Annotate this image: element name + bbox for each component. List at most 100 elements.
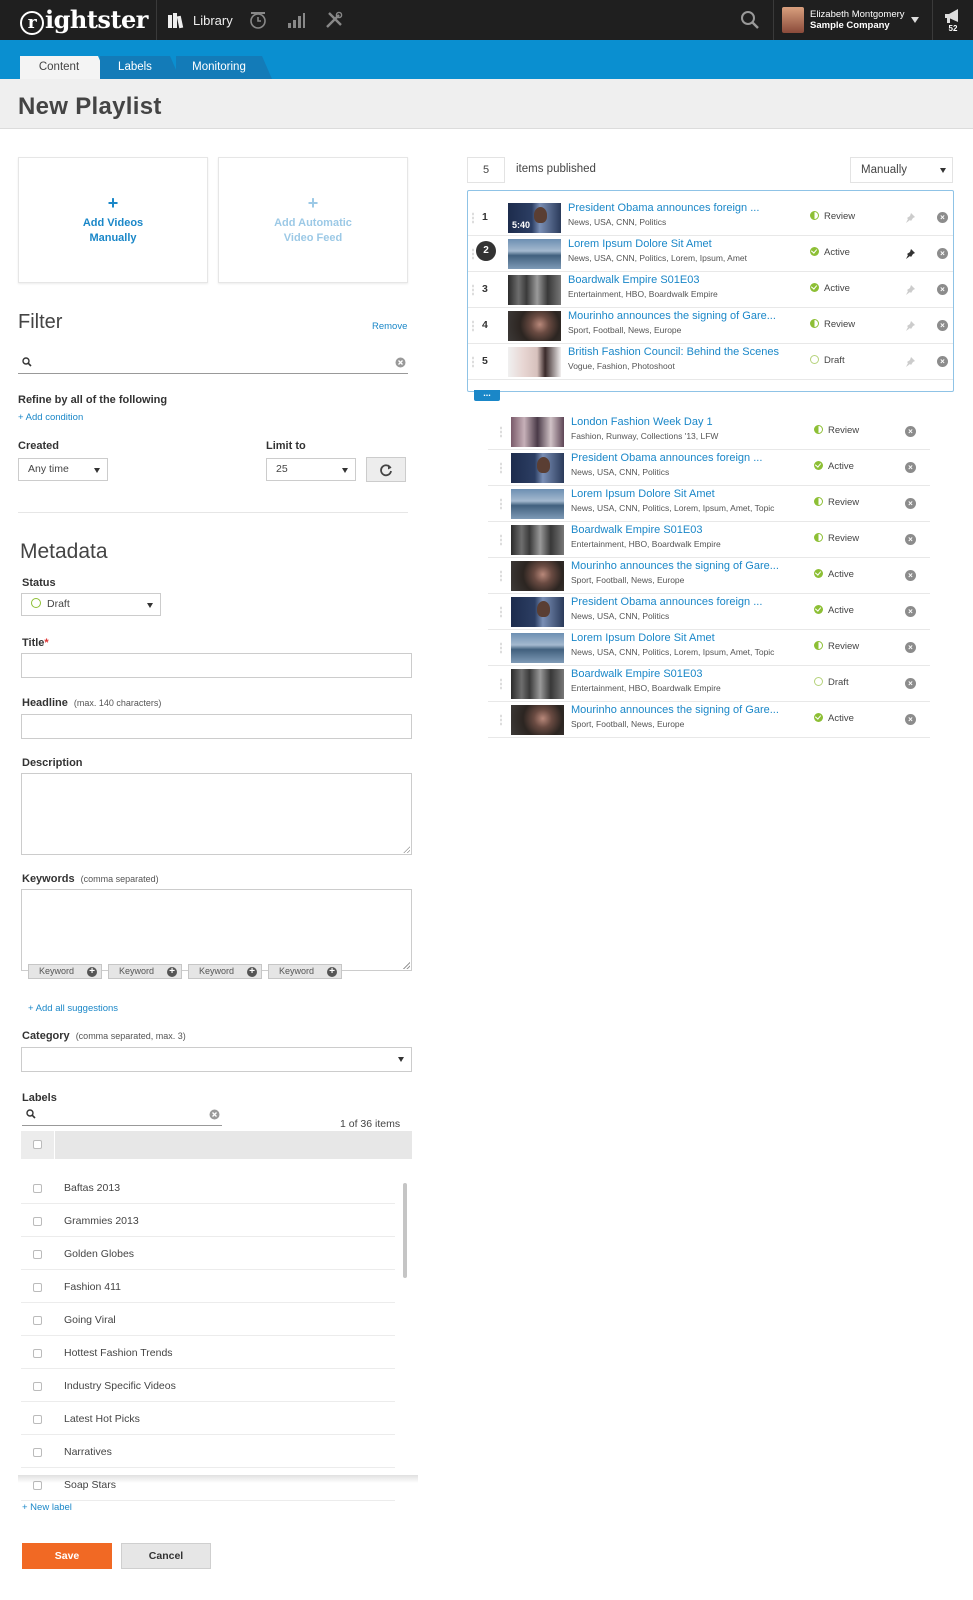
label-checkbox[interactable]: [33, 1283, 42, 1292]
drag-handle-icon[interactable]: [500, 678, 502, 690]
label-row[interactable]: Grammies 2013: [21, 1205, 395, 1237]
rightster-logo[interactable]: r ightster: [0, 5, 156, 35]
video-thumbnail[interactable]: [511, 597, 564, 627]
video-thumbnail[interactable]: [511, 417, 564, 447]
drag-handle-icon[interactable]: [472, 284, 474, 296]
video-title-link[interactable]: Lorem Ipsum Dolore Sit Amet: [571, 632, 715, 644]
remove-icon[interactable]: ×: [937, 212, 948, 223]
video-title-link[interactable]: Mourinho announces the signing of Gare..…: [568, 310, 776, 322]
remove-icon[interactable]: ×: [905, 678, 916, 689]
video-title-link[interactable]: President Obama announces foreign ...: [571, 452, 762, 464]
resize-grip[interactable]: [403, 962, 410, 969]
drag-handle-icon[interactable]: [472, 356, 474, 368]
keyword-suggestion[interactable]: Keyword +: [268, 964, 342, 979]
drag-handle-icon[interactable]: [500, 534, 502, 546]
video-title-link[interactable]: President Obama announces foreign ...: [571, 596, 762, 608]
playlist-item[interactable]: 5 British Fashion Council: Behind the Sce…: [468, 344, 953, 380]
result-item[interactable]: Mourinho announces the signing of Gare..…: [488, 702, 930, 738]
playlist-item[interactable]: 3 Boardwalk Empire S01E03 Entertainment, H…: [468, 272, 953, 308]
playlist-item[interactable]: 1 5:40 President Obama announces foreign .…: [468, 200, 953, 236]
tab-labels[interactable]: Labels: [100, 56, 180, 79]
drag-handle-icon[interactable]: [500, 642, 502, 654]
video-title-link[interactable]: Mourinho announces the signing of Gare..…: [571, 560, 779, 572]
limit-select[interactable]: 25: [266, 458, 356, 481]
tab-content[interactable]: Content: [20, 56, 108, 79]
title-input[interactable]: [21, 653, 412, 678]
video-thumbnail[interactable]: [508, 311, 561, 341]
drag-handle-icon[interactable]: [500, 426, 502, 438]
save-button[interactable]: Save: [22, 1543, 112, 1569]
notifications[interactable]: 52: [933, 0, 973, 40]
playlist-item[interactable]: 4 Mourinho announces the signing of Gare.…: [468, 308, 953, 344]
video-thumbnail[interactable]: [511, 669, 564, 699]
label-row[interactable]: Golden Globes: [21, 1238, 395, 1270]
video-title-link[interactable]: President Obama announces foreign ...: [568, 202, 759, 214]
add-videos-manually-button[interactable]: + Add Videos Manually: [18, 157, 208, 283]
labels-scrollbar[interactable]: [403, 1183, 407, 1278]
drag-handle-icon[interactable]: [500, 714, 502, 726]
pin-icon[interactable]: [904, 284, 916, 296]
video-title-link[interactable]: Mourinho announces the signing of Gare..…: [571, 704, 779, 716]
labels-search-input[interactable]: [22, 1106, 222, 1126]
video-title-link[interactable]: Boardwalk Empire S01E03: [571, 524, 702, 536]
drag-handle-icon[interactable]: [472, 248, 474, 260]
clear-icon[interactable]: [395, 357, 406, 371]
remove-icon[interactable]: ×: [905, 570, 916, 581]
refresh-button[interactable]: [366, 457, 406, 482]
result-item[interactable]: President Obama announces foreign ... New…: [488, 594, 930, 630]
select-all-checkbox[interactable]: [33, 1140, 42, 1149]
label-row[interactable]: Fashion 411: [21, 1271, 395, 1303]
video-thumbnail[interactable]: [511, 705, 564, 735]
label-checkbox[interactable]: [33, 1349, 42, 1358]
label-checkbox[interactable]: [33, 1415, 42, 1424]
label-row[interactable]: Baftas 2013: [21, 1172, 395, 1204]
video-thumbnail[interactable]: [511, 453, 564, 483]
clear-icon[interactable]: [209, 1109, 220, 1123]
schedule-icon[interactable]: [247, 9, 269, 31]
video-title-link[interactable]: Lorem Ipsum Dolore Sit Amet: [571, 488, 715, 500]
tab-monitoring[interactable]: Monitoring: [176, 56, 272, 79]
nav-library[interactable]: Library: [167, 11, 233, 29]
label-row[interactable]: Latest Hot Picks: [21, 1403, 395, 1435]
video-thumbnail[interactable]: [508, 275, 561, 305]
cancel-button[interactable]: Cancel: [121, 1543, 211, 1569]
keywords-textarea[interactable]: [21, 889, 412, 971]
add-all-suggestions-link[interactable]: + Add all suggestions: [28, 1003, 118, 1014]
keyword-suggestion[interactable]: Keyword +: [188, 964, 262, 979]
remove-filter-link[interactable]: Remove: [372, 321, 407, 332]
video-thumbnail[interactable]: [508, 347, 561, 377]
keyword-suggestion[interactable]: Keyword +: [108, 964, 182, 979]
remove-icon[interactable]: ×: [937, 248, 948, 259]
drag-handle-icon[interactable]: [500, 570, 502, 582]
label-checkbox[interactable]: [33, 1316, 42, 1325]
result-item[interactable]: Lorem Ipsum Dolore Sit Amet News, USA, CN…: [488, 630, 930, 666]
tools-icon[interactable]: [323, 9, 345, 31]
label-checkbox[interactable]: [33, 1217, 42, 1226]
video-thumbnail[interactable]: 5:40: [508, 203, 561, 233]
search-icon[interactable]: [727, 0, 773, 40]
label-row[interactable]: Soap Stars: [21, 1469, 395, 1501]
label-row[interactable]: Hottest Fashion Trends: [21, 1337, 395, 1369]
analytics-icon[interactable]: [285, 9, 307, 31]
video-thumbnail[interactable]: [511, 489, 564, 519]
sort-select[interactable]: Manually: [850, 157, 953, 183]
category-select[interactable]: [21, 1047, 412, 1072]
filter-search-input[interactable]: [18, 354, 408, 374]
drag-handle-icon[interactable]: [472, 320, 474, 332]
result-item[interactable]: Boardwalk Empire S01E03 Entertainment, HB…: [488, 522, 930, 558]
status-select[interactable]: Draft: [21, 593, 161, 616]
remove-icon[interactable]: ×: [905, 714, 916, 725]
remove-icon[interactable]: ×: [905, 426, 916, 437]
drag-handle-icon[interactable]: [500, 498, 502, 510]
remove-icon[interactable]: ×: [905, 534, 916, 545]
new-label-link[interactable]: + New label: [22, 1502, 72, 1513]
label-row[interactable]: Narratives: [21, 1436, 395, 1468]
user-menu[interactable]: Elizabeth Montgomery Sample Company: [773, 0, 933, 40]
resize-grip[interactable]: [403, 846, 410, 853]
video-title-link[interactable]: Lorem Ipsum Dolore Sit Amet: [568, 238, 712, 250]
result-item[interactable]: Lorem Ipsum Dolore Sit Amet News, USA, CN…: [488, 486, 930, 522]
video-thumbnail[interactable]: [511, 525, 564, 555]
keyword-suggestion[interactable]: Keyword +: [28, 964, 102, 979]
label-row[interactable]: Going Viral: [21, 1304, 395, 1336]
label-checkbox[interactable]: [33, 1382, 42, 1391]
